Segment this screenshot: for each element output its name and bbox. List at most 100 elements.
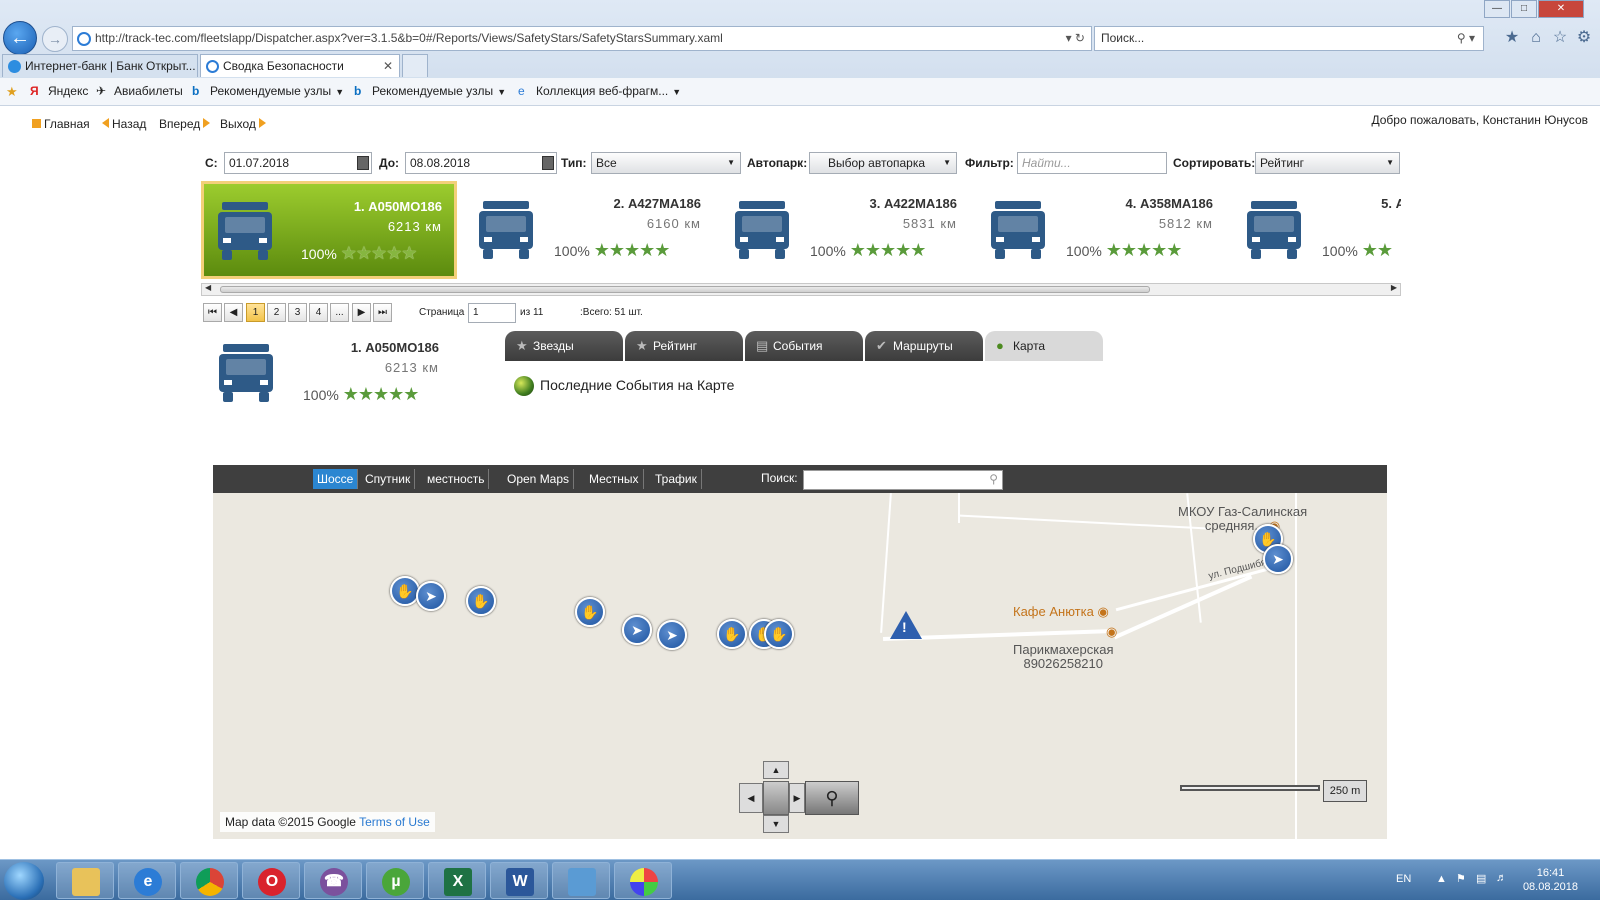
next-page-icon[interactable]: ▶	[352, 303, 371, 322]
volume-icon[interactable]: ♬	[1496, 872, 1507, 884]
nav-home[interactable]: Главная	[32, 117, 90, 131]
arrow-event-icon[interactable]: ➤	[622, 615, 652, 645]
map-search-input[interactable]: ⚲	[803, 470, 1003, 490]
close-window-icon[interactable]: ✕	[1538, 0, 1584, 18]
maximize-icon[interactable]: □	[1511, 0, 1537, 18]
tab-stars[interactable]: ★ Звезды	[505, 331, 623, 361]
nav-exit[interactable]: Выход	[220, 117, 266, 131]
browser-search-box[interactable]: Поиск... ⚲ ▾	[1094, 26, 1484, 51]
address-bar[interactable]: http://track-tec.com/fleetslapp/Dispatch…	[72, 26, 1092, 51]
search-icon[interactable]: ⚲ ▾	[1457, 27, 1475, 50]
favorites-star-icon[interactable]: ☆	[1550, 28, 1570, 48]
back-arrow-icon[interactable]: ←	[3, 21, 37, 55]
map-layer-local[interactable]: Местных	[585, 469, 644, 489]
paint-icon[interactable]	[614, 862, 672, 899]
tab-safety-summary[interactable]: Сводка Безопасности ✕	[200, 54, 400, 77]
sort-select[interactable]: Рейтинг ▼	[1255, 152, 1400, 174]
scroll-right-icon[interactable]: ▶	[1391, 283, 1397, 292]
tab-map[interactable]: ● Карта	[985, 331, 1103, 361]
network-icon[interactable]: ▤	[1476, 872, 1486, 885]
from-date-field[interactable]: 01.07.2018	[224, 152, 372, 174]
vehicle-card[interactable]: 4. А358МА186 5812 км 100% ★★★★★	[969, 181, 1225, 279]
nav-forward[interactable]: Вперед	[159, 117, 211, 131]
excel-icon[interactable]: X	[428, 862, 486, 899]
flag-icon[interactable]: ⚑	[1456, 872, 1466, 885]
map-layer-satellite[interactable]: Спутник	[361, 469, 416, 489]
close-tab-icon[interactable]: ✕	[383, 55, 393, 77]
to-date-field[interactable]: 08.08.2018	[405, 152, 557, 174]
pan-down-icon[interactable]: ▼	[763, 815, 789, 833]
ie-icon[interactable]: e	[118, 862, 176, 899]
vehicle-card[interactable]: 3. А422МА186 5831 км 100% ★★★★★	[713, 181, 969, 279]
opera-icon[interactable]: O	[242, 862, 300, 899]
carousel-scrollbar[interactable]: ◀ ▶	[201, 283, 1401, 296]
refresh-icon[interactable]: ▾ ↻	[1066, 27, 1085, 50]
nav-back[interactable]: Назад	[102, 117, 146, 131]
zoom-magnifier-icon[interactable]: ⚲	[805, 781, 859, 815]
fav-suggested-1[interactable]: b Рекомендуемые узлы ▼	[192, 84, 344, 98]
arrow-event-icon[interactable]: ➤	[416, 581, 446, 611]
tab-rating[interactable]: ★ Рейтинг	[625, 331, 743, 361]
warning-event-icon[interactable]: !	[890, 611, 922, 639]
pan-up-icon[interactable]: ▲	[763, 761, 789, 779]
map-layer-terrain[interactable]: местность	[423, 469, 490, 489]
utorrent-icon[interactable]: µ	[366, 862, 424, 899]
home-icon[interactable]: ⌂	[1526, 28, 1546, 48]
scroll-left-icon[interactable]: ◀	[205, 283, 211, 292]
vehicle-card[interactable]: 2. А427МА186 6160 км 100% ★★★★★	[457, 181, 713, 279]
map-layer-openmaps[interactable]: Open Maps	[503, 469, 575, 489]
word-icon[interactable]: W	[490, 862, 548, 899]
hand-brake-event-icon[interactable]: ✋	[466, 586, 496, 616]
map-layer-highway[interactable]: Шоссе	[313, 469, 359, 489]
hand-brake-event-icon[interactable]: ✋	[390, 576, 420, 606]
filter-input[interactable]: Найти...	[1017, 152, 1167, 174]
page-button[interactable]: 2	[267, 303, 286, 322]
feeds-icon[interactable]: ★	[1502, 28, 1522, 48]
page-button[interactable]: 4	[309, 303, 328, 322]
last-page-icon[interactable]: ⏭	[373, 303, 392, 322]
page-button[interactable]: ...	[330, 303, 349, 322]
vehicle-card[interactable]: 5. А 100% ★★	[1225, 181, 1401, 279]
language-indicator[interactable]: EN	[1396, 873, 1411, 885]
hand-brake-event-icon[interactable]: ✋	[575, 597, 605, 627]
tab-bank[interactable]: Интернет-банк | Банк Открыт...	[2, 54, 198, 77]
tab-routes[interactable]: ✔ Маршруты	[865, 331, 983, 361]
new-tab-button[interactable]	[402, 54, 428, 77]
scroll-thumb[interactable]	[220, 286, 1150, 293]
chrome-icon[interactable]	[180, 862, 238, 899]
calendar-icon[interactable]	[357, 156, 369, 170]
photo-viewer-icon[interactable]	[552, 862, 610, 899]
page-input[interactable]: 1	[468, 303, 516, 323]
arrow-event-icon[interactable]: ➤	[1263, 544, 1293, 574]
pan-center-icon[interactable]	[763, 781, 789, 815]
viber-icon[interactable]: ☎	[304, 862, 362, 899]
gear-icon[interactable]: ⚙	[1574, 28, 1594, 48]
prev-page-icon[interactable]: ◀	[224, 303, 243, 322]
fav-webslices[interactable]: e Коллекция веб-фрагм... ▼	[518, 84, 681, 98]
pan-left-icon[interactable]: ◀	[739, 783, 763, 813]
hand-brake-event-icon[interactable]: ✋	[764, 619, 794, 649]
fav-avia[interactable]: ✈ Авиабилеты	[96, 84, 183, 98]
fleet-select[interactable]: Выбор автопарка ▼	[809, 152, 957, 174]
vehicle-card[interactable]: 1. А050МО186 6213 км 100% ★★★★★	[201, 181, 457, 279]
first-page-icon[interactable]: ⏮	[203, 303, 222, 322]
type-select[interactable]: Все ▼	[591, 152, 741, 174]
fav-suggested-2[interactable]: b Рекомендуемые узлы ▼	[354, 84, 506, 98]
terms-of-use-link[interactable]: Terms of Use	[359, 815, 430, 829]
explorer-icon[interactable]	[56, 862, 114, 899]
clock[interactable]: 16:41 08.08.2018	[1523, 866, 1578, 894]
minimize-icon[interactable]: —	[1484, 0, 1510, 18]
start-button-icon[interactable]	[4, 862, 44, 900]
show-hidden-icons-icon[interactable]: ▲	[1436, 873, 1447, 885]
fav-yandex[interactable]: Я Яндекс	[30, 84, 88, 98]
hand-brake-event-icon[interactable]: ✋	[717, 619, 747, 649]
tab-events[interactable]: ▤ События	[745, 331, 863, 361]
map-layer-traffic[interactable]: Трафик	[651, 469, 702, 489]
calendar-icon[interactable]	[542, 156, 554, 170]
forward-arrow-icon[interactable]: →	[42, 26, 68, 52]
page-button[interactable]: 3	[288, 303, 307, 322]
search-icon[interactable]: ⚲	[989, 472, 998, 486]
events-map[interactable]: Шоссе Спутник местность Open Maps Местны…	[213, 465, 1387, 839]
pan-right-icon[interactable]: ▶	[789, 783, 805, 813]
page-button[interactable]: 1	[246, 303, 265, 322]
